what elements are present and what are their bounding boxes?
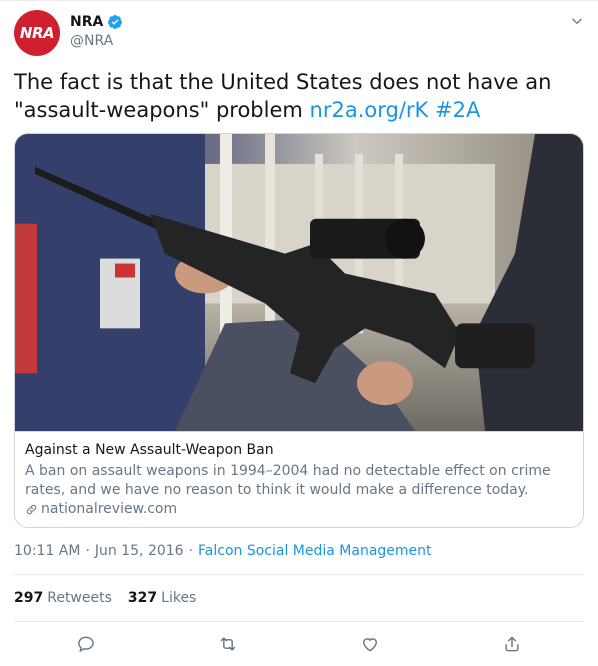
retweets-count: 297 (14, 590, 44, 606)
tweet-hashtag[interactable]: #2A (435, 98, 480, 122)
card-domain[interactable]: nationalreview.com (25, 501, 177, 517)
tweet-source[interactable]: Falcon Social Media Management (198, 543, 432, 559)
heart-icon (363, 638, 377, 652)
account-name[interactable]: NRA (70, 14, 103, 30)
tweet-actions (0, 634, 598, 656)
tweet-date[interactable]: Jun 15, 2016 (95, 543, 184, 559)
chevron-down-icon[interactable] (570, 14, 584, 28)
retweets-stat[interactable]: 297 Retweets (14, 590, 112, 606)
share-button[interactable] (502, 634, 522, 654)
link-preview-card[interactable]: Against a New Assault-Weapon Ban A ban o… (14, 133, 584, 528)
card-image[interactable] (15, 134, 584, 432)
retweet-icon (220, 637, 236, 651)
card-description: A ban on assault weapons in 1994–2004 ha… (25, 463, 551, 498)
reply-icon (78, 636, 94, 652)
avatar[interactable]: NRA (14, 10, 60, 56)
tweet-stats: 297 Retweets 327 Likes (14, 590, 196, 606)
meta-separator-2: · (188, 543, 194, 559)
tweet-time[interactable]: 10:11 AM (14, 543, 80, 559)
account-name-row[interactable]: NRA (70, 14, 123, 30)
likes-label: Likes (161, 590, 197, 606)
share-icon (505, 636, 519, 652)
retweet-button[interactable] (218, 634, 238, 654)
tweet-link[interactable]: nr2a.org/rK (310, 98, 429, 122)
tweet-container: NRA NRA @NRA The fact is that the United… (0, 0, 598, 666)
card-domain-text: nationalreview.com (41, 501, 178, 517)
tweet-text: The fact is that the United States does … (14, 68, 584, 124)
tweet-meta: 10:11 AM · Jun 15, 2016 · Falcon Social … (14, 543, 432, 559)
likes-count: 327 (127, 590, 158, 606)
like-button[interactable] (360, 634, 380, 654)
retweets-label: Retweets (47, 590, 112, 606)
meta-separator: · (85, 543, 90, 559)
verified-badge-icon (108, 15, 123, 29)
link-icon (26, 504, 37, 514)
divider (14, 621, 584, 622)
account-handle[interactable]: @NRA (70, 33, 113, 49)
divider (14, 574, 584, 575)
reply-button[interactable] (76, 634, 96, 654)
likes-stat[interactable]: 327 Likes (128, 590, 196, 606)
avatar-logo-text: NRA (19, 24, 55, 42)
card-title[interactable]: Against a New Assault-Weapon Ban (25, 442, 274, 458)
